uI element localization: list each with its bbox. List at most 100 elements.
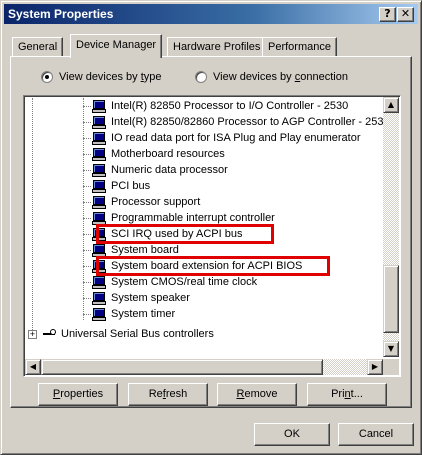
device-tree-viewport: Intel(R) 82850 Processor to I/O Controll… — [26, 98, 383, 356]
help-icon: ? — [384, 7, 391, 20]
device-list-item[interactable]: Processor support — [83, 194, 202, 210]
device-list-item[interactable]: Numeric data processor — [83, 162, 230, 178]
print-button[interactable]: Print... — [307, 383, 387, 406]
device-label: System CMOS/real time clock — [111, 276, 258, 288]
scroll-left-button[interactable]: ◀ — [25, 359, 41, 375]
help-button[interactable]: ? — [379, 7, 396, 22]
tree-guide-line — [83, 234, 91, 235]
device-label: PCI bus — [111, 180, 151, 192]
category-usb-label: Universal Serial Bus controllers — [61, 328, 214, 340]
arrow-up-icon: ▲ — [387, 100, 395, 109]
tree-guide-line — [83, 218, 91, 219]
tree-guide-line — [83, 298, 91, 299]
tree-guide-line — [83, 282, 91, 283]
device-list-item[interactable]: PCI bus — [83, 178, 152, 194]
cancel-label: Cancel — [358, 428, 394, 440]
tree-guide-line — [83, 170, 91, 171]
device-label: System speaker — [111, 292, 190, 304]
tree-guide-line — [83, 154, 91, 155]
usb-icon — [42, 328, 56, 340]
tab-device-manager[interactable]: Device Manager — [70, 34, 163, 58]
tab-performance[interactable]: Performance — [262, 37, 337, 57]
device-label: Intel(R) 82850 Processor to I/O Controll… — [111, 100, 349, 112]
device-icon — [92, 259, 106, 273]
arrow-left-icon: ◀ — [29, 362, 37, 371]
view-by-connection-radio[interactable]: View devices by connection — [195, 71, 348, 83]
expand-plus-icon[interactable]: + — [28, 329, 37, 339]
device-icon — [92, 211, 106, 225]
horizontal-scroll-thumb[interactable] — [41, 359, 323, 375]
window-title: System Properties — [8, 7, 114, 21]
device-icon — [92, 147, 106, 161]
system-properties-window: System Properties ? ✕ General Device Man… — [0, 0, 422, 455]
scroll-up-button[interactable]: ▲ — [383, 97, 399, 113]
horizontal-scrollbar[interactable]: ◀ ▶ — [25, 359, 383, 375]
refresh-button[interactable]: Refresh — [128, 383, 208, 406]
tree-guide-line — [32, 98, 33, 334]
device-icon — [92, 227, 106, 241]
device-icon — [92, 291, 106, 305]
title-bar[interactable]: System Properties ? ✕ — [4, 4, 418, 24]
device-list-item[interactable]: Intel(R) 82850/82860 Processor to AGP Co… — [83, 114, 383, 130]
device-label: Motherboard resources — [111, 148, 225, 160]
device-label: System board — [111, 244, 179, 256]
device-list-item[interactable]: System board — [83, 242, 181, 258]
device-list-item[interactable]: System CMOS/real time clock — [83, 274, 259, 290]
tab-hardware-profiles-label: Hardware Profiles — [173, 41, 261, 53]
device-list-item[interactable]: System timer — [83, 306, 177, 322]
device-icon — [92, 131, 106, 145]
ok-button[interactable]: OK — [254, 423, 330, 446]
scrollbar-corner — [383, 359, 399, 375]
device-manager-panel: View devices by type View devices by con… — [10, 56, 412, 408]
device-label: IO read data port for ISA Plug and Play … — [111, 132, 361, 144]
device-icon — [92, 115, 106, 129]
device-label: Numeric data processor — [111, 164, 228, 176]
device-list-item[interactable]: Intel(R) 82850 Processor to I/O Controll… — [83, 98, 350, 114]
properties-button[interactable]: Properties — [38, 383, 118, 406]
tab-general[interactable]: General — [12, 37, 64, 57]
vertical-scroll-thumb[interactable] — [383, 265, 399, 333]
view-by-type-label: View devices by type — [59, 71, 162, 83]
scroll-down-button[interactable]: ▼ — [383, 341, 399, 357]
scroll-right-button[interactable]: ▶ — [367, 359, 383, 375]
arrow-down-icon: ▼ — [387, 344, 395, 353]
vertical-scrollbar[interactable]: ▲ ▼ — [383, 97, 399, 357]
tree-guide-line — [83, 314, 91, 315]
device-list-item[interactable]: Programmable interrupt controller — [83, 210, 277, 226]
tab-device-manager-label: Device Manager — [76, 39, 157, 51]
device-list-item[interactable]: IO read data port for ISA Plug and Play … — [83, 130, 362, 146]
close-icon: ✕ — [400, 7, 411, 20]
device-icon — [92, 243, 106, 257]
category-usb-controllers[interactable]: + Universal Serial Bus controllers — [26, 326, 216, 342]
device-icon — [92, 195, 106, 209]
tree-guide-line — [83, 266, 91, 267]
device-icon — [92, 163, 106, 177]
close-button[interactable]: ✕ — [397, 7, 414, 22]
view-by-type-radio[interactable]: View devices by type — [41, 71, 162, 83]
device-tree[interactable]: Intel(R) 82850 Processor to I/O Controll… — [23, 95, 401, 377]
device-icon — [92, 275, 106, 289]
device-list-item[interactable]: SCI IRQ used by ACPI bus — [83, 226, 244, 242]
device-icon — [92, 179, 106, 193]
device-label: SCI IRQ used by ACPI bus — [111, 228, 243, 240]
tab-performance-label: Performance — [268, 41, 331, 53]
arrow-right-icon: ▶ — [371, 362, 379, 371]
device-list-item[interactable]: System speaker — [83, 290, 192, 306]
tree-guide-line — [83, 122, 91, 123]
tree-guide-line — [83, 250, 91, 251]
device-label: Programmable interrupt controller — [111, 212, 275, 224]
radio-unchecked-icon — [195, 71, 207, 83]
radio-checked-icon — [41, 71, 53, 83]
device-label: Intel(R) 82850/82860 Processor to AGP Co… — [111, 116, 383, 128]
tree-guide-line — [83, 106, 91, 107]
tree-guide-line — [83, 98, 84, 320]
tree-guide-line — [83, 186, 91, 187]
tab-general-label: General — [18, 41, 58, 53]
tab-hardware-profiles[interactable]: Hardware Profiles — [167, 37, 267, 57]
device-list-item[interactable]: System board extension for ACPI BIOS — [83, 258, 304, 274]
cancel-button[interactable]: Cancel — [338, 423, 414, 446]
device-list-item[interactable]: Motherboard resources — [83, 146, 227, 162]
remove-button[interactable]: Remove — [217, 383, 297, 406]
tree-guide-line — [83, 138, 91, 139]
device-label: System board extension for ACPI BIOS — [111, 260, 303, 272]
